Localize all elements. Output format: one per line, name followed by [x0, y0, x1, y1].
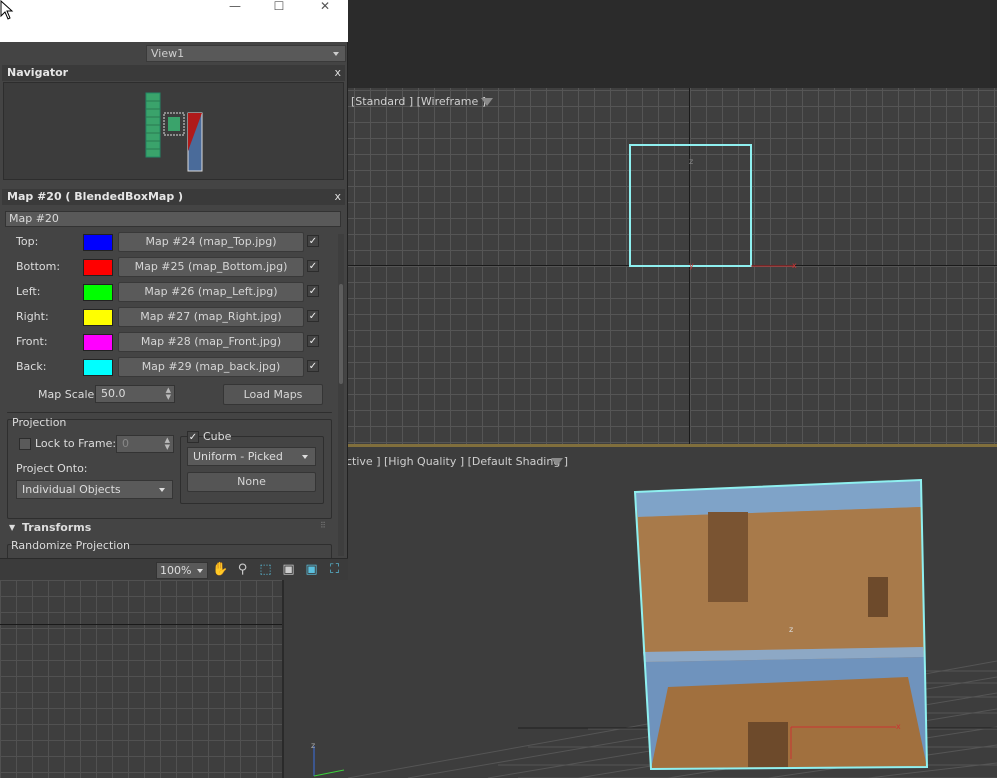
svg-text:z: z: [789, 625, 793, 634]
transforms-rollout-title[interactable]: Transforms: [22, 520, 142, 536]
cube-label: Cube: [203, 430, 232, 443]
spinner-arrows-icon[interactable]: ▲ ▼: [165, 437, 170, 451]
left-bottom-viewport[interactable]: [0, 580, 282, 778]
lock-to-frame-value: 0: [122, 437, 129, 450]
front-cube-wireframe[interactable]: x z y: [626, 142, 826, 272]
load-maps-button[interactable]: Load Maps: [223, 384, 323, 405]
blendedboxmap-parameters: Top: Map #24 (map_Top.jpg) ✓ Bottom: Map #25…: [2, 230, 345, 558]
map-slot-button[interactable]: Map #28 (map_Front.jpg): [118, 332, 304, 352]
projection-title: Projection: [12, 416, 67, 429]
lock-to-frame-label: Lock to Frame:: [35, 437, 117, 450]
drag-handle-icon[interactable]: ⠿: [320, 521, 326, 530]
axis-tripod-icon: z: [311, 741, 345, 777]
map-slot-button[interactable]: Map #24 (map_Top.jpg): [118, 232, 304, 252]
rollout-collapse-icon[interactable]: ▼: [9, 523, 15, 532]
bottom-left-perspective-viewport[interactable]: z: [282, 580, 348, 778]
svg-text:x: x: [896, 722, 901, 731]
viewport-axis-horizontal: [0, 624, 282, 625]
map-slot-color-swatch[interactable]: [83, 359, 113, 376]
navigator-title: Navigator: [7, 66, 69, 79]
perspective-ground-grid: x z: [348, 478, 997, 778]
chevron-down-icon: [197, 569, 203, 573]
zoom-extents-icon[interactable]: ▣: [280, 562, 297, 578]
editor-status-bar: 100% ✋ ⚲ ⬚ ▣ ▣ ⛶: [0, 558, 348, 580]
none-button[interactable]: None: [187, 472, 316, 492]
frame-all-icon[interactable]: ⛶: [326, 562, 343, 578]
view-select-dropdown[interactable]: View1: [146, 45, 346, 62]
zoom-dropdown[interactable]: 100%: [156, 562, 208, 579]
navigator-close-icon[interactable]: x: [334, 65, 341, 80]
chevron-down-icon: [302, 455, 308, 459]
material-header[interactable]: Map #20 ( BlendedBoxMap ) x: [2, 189, 345, 205]
mouse-cursor-icon: [0, 0, 14, 20]
front-viewport[interactable]: [Standard ] [Wireframe ] x z y: [348, 88, 997, 444]
navigator-header[interactable]: Navigator x: [2, 65, 345, 81]
svg-text:z: z: [311, 741, 315, 750]
zoom-value: 100%: [160, 564, 192, 577]
project-onto-value: Individual Objects: [22, 483, 121, 496]
cube-mode-value: Uniform - Picked: [193, 450, 283, 463]
map-scale-spinner[interactable]: 50.0 ▲ ▼: [95, 385, 175, 403]
map-slot-enable-checkbox[interactable]: ✓: [307, 360, 319, 372]
viewport-filter-icon[interactable]: [481, 98, 493, 106]
map-scale-value: 50.0: [101, 387, 126, 400]
slate-material-editor-window: — ☐ ✕ View1 Navigator x Map #20 (Blende…: [0, 0, 348, 580]
map-slot-enable-checkbox[interactable]: ✓: [307, 260, 319, 272]
cube-mode-dropdown[interactable]: Uniform - Picked: [187, 447, 316, 466]
top-viewport-strip[interactable]: [348, 0, 997, 88]
zoom-magnifier-icon[interactable]: ⚲: [234, 562, 251, 578]
minimize-button[interactable]: —: [220, 0, 250, 14]
svg-text:y: y: [689, 261, 694, 270]
project-onto-label: Project Onto:: [16, 462, 88, 475]
group-separator: [7, 412, 332, 413]
chevron-down-icon: [333, 52, 339, 56]
spinner-arrows-icon[interactable]: ▲ ▼: [166, 387, 171, 401]
map-slot-color-swatch[interactable]: [83, 334, 113, 351]
map-slot-label: Bottom:: [16, 260, 61, 273]
map-slot-color-swatch[interactable]: [83, 259, 113, 276]
material-title: Map #20 ( BlendedBoxMap ): [7, 190, 184, 203]
map-slot-enable-checkbox[interactable]: ✓: [307, 310, 319, 322]
map-slot-label: Left:: [16, 285, 41, 298]
project-onto-dropdown[interactable]: Individual Objects: [16, 480, 173, 499]
navigator-node-thumbnails: [145, 92, 203, 172]
map-slot-color-swatch[interactable]: [83, 234, 113, 251]
window-titlebar[interactable]: — ☐ ✕: [0, 0, 348, 42]
parameters-scrollbar[interactable]: [338, 234, 344, 556]
map-slot-label: Front:: [16, 335, 48, 348]
chevron-down-icon: [159, 488, 165, 492]
svg-text:x: x: [792, 261, 797, 270]
map-slot-label: Top:: [16, 235, 39, 248]
lock-to-frame-checkbox[interactable]: [19, 438, 31, 450]
zoom-region-icon[interactable]: ⬚: [257, 562, 274, 578]
scrollbar-thumb[interactable]: [339, 284, 343, 384]
randomize-projection-title: Randomize Projection: [11, 539, 131, 552]
map-slot-button[interactable]: Map #26 (map_Left.jpg): [118, 282, 304, 302]
map-slot-color-swatch[interactable]: [83, 284, 113, 301]
close-button[interactable]: ✕: [310, 0, 340, 14]
pan-hand-icon[interactable]: ✋: [212, 562, 229, 578]
maximize-button[interactable]: ☐: [264, 0, 294, 14]
view-select-value: View1: [151, 47, 185, 60]
map-slot-button[interactable]: Map #27 (map_Right.jpg): [118, 307, 304, 327]
map-slot-enable-checkbox[interactable]: ✓: [307, 285, 319, 297]
perspective-viewport[interactable]: ctive ] [High Quality ] [Default Shading…: [348, 447, 997, 778]
map-slot-label: Right:: [16, 310, 49, 323]
lock-to-frame-spinner[interactable]: 0 ▲ ▼: [116, 435, 174, 453]
zoom-extents-selected-icon[interactable]: ▣: [303, 562, 320, 578]
map-slot-enable-checkbox[interactable]: ✓: [307, 235, 319, 247]
map-slot-button[interactable]: Map #25 (map_Bottom.jpg): [118, 257, 304, 277]
map-name-field[interactable]: Map #20: [5, 211, 341, 227]
map-slot-enable-checkbox[interactable]: ✓: [307, 335, 319, 347]
map-slot-color-swatch[interactable]: [83, 309, 113, 326]
svg-text:z: z: [689, 157, 693, 166]
cube-checkbox[interactable]: ✓: [187, 431, 199, 443]
map-slot-button[interactable]: Map #29 (map_back.jpg): [118, 357, 304, 377]
material-close-icon[interactable]: x: [334, 189, 341, 204]
front-viewport-label[interactable]: [Standard ] [Wireframe ]: [351, 95, 486, 108]
navigator-view[interactable]: [3, 82, 344, 180]
map-slot-label: Back:: [16, 360, 47, 373]
